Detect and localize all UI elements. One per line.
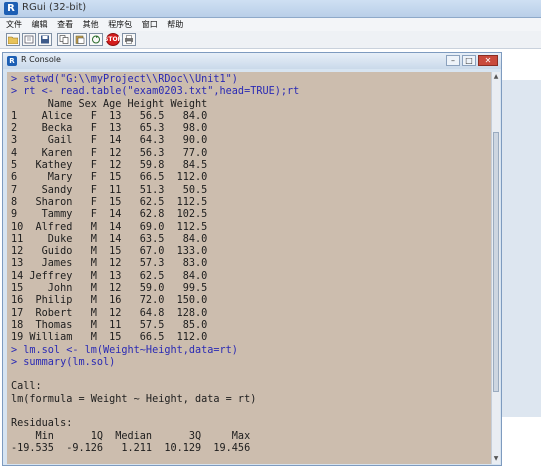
console-output-line: 9 Tammy F 14 62.8 102.5 <box>11 209 208 221</box>
console-output-line: 13 James M 12 57.3 83.0 <box>11 258 208 270</box>
toolbar: STOP <box>0 31 541 49</box>
stop-icon[interactable]: STOP <box>104 33 122 46</box>
console-output-line: 16 Philip M 16 72.0 150.0 <box>11 295 208 307</box>
app-titlebar: R RGui (32-bit) <box>0 0 541 18</box>
load-workspace-icon[interactable] <box>22 33 36 46</box>
r-console-window: R R Console – □ ✕ > setwd("G:\\myProject… <box>2 52 502 466</box>
console-command-line: > lm.sol <- lm(Weight~Height,data=rt) <box>11 344 238 356</box>
menu-bar: 文件 编辑 查看 其他 程序包 窗口 帮助 <box>0 18 541 31</box>
r-logo-icon: R <box>7 56 17 66</box>
menu-view[interactable]: 查看 <box>57 18 73 31</box>
menu-misc[interactable]: 其他 <box>83 18 99 31</box>
print-icon[interactable] <box>122 33 136 46</box>
paste-icon[interactable] <box>73 33 87 46</box>
copy-paste-icon[interactable] <box>89 33 103 46</box>
vertical-scrollbar[interactable]: ▲ ▼ <box>491 72 500 464</box>
console-output-line: 12 Guido M 15 67.0 133.0 <box>11 246 208 258</box>
console-output-line: Residuals: <box>11 418 73 430</box>
maximize-button[interactable]: □ <box>462 55 476 66</box>
save-workspace-icon[interactable] <box>38 33 52 46</box>
console-output-line: -19.535 -9.126 1.211 10.129 19.456 <box>11 442 257 454</box>
open-script-icon[interactable] <box>6 33 20 46</box>
console-output-line: 18 Thomas M 11 57.5 85.0 <box>11 319 208 331</box>
console-text: > setwd("G:\\myProject\\RDoc\\Unit1") > … <box>7 72 491 455</box>
r-console-titlebar[interactable]: R R Console – □ ✕ <box>3 53 501 69</box>
r-console-title: R Console <box>21 55 61 64</box>
menu-packages[interactable]: 程序包 <box>108 18 132 31</box>
minimize-button[interactable]: – <box>446 55 460 66</box>
scroll-down-icon[interactable]: ▼ <box>492 455 500 463</box>
console-output-line: 6 Mary F 15 66.5 112.0 <box>11 172 208 184</box>
console-output-line: Min 1Q Median 3Q Max <box>11 430 257 442</box>
console-output-line: 3 Gail F 14 64.3 90.0 <box>11 135 208 147</box>
console-output-line: lm(formula = Weight ~ Height, data = rt) <box>11 393 257 405</box>
console-output-line: 11 Duke M 14 63.5 84.0 <box>11 233 208 245</box>
stop-label: STOP <box>104 35 122 43</box>
console-output-line: 8 Sharon F 15 62.5 112.5 <box>11 196 208 208</box>
console-command-line: > setwd("G:\\myProject\\RDoc\\Unit1") <box>11 74 238 85</box>
console-output-line: 19 William M 15 66.5 112.0 <box>11 332 208 344</box>
console-output-line: 14 Jeffrey M 13 62.5 84.0 <box>11 270 208 282</box>
copy-icon[interactable] <box>57 33 71 46</box>
rgui-app: R RGui (32-bit) 文件 编辑 查看 其他 程序包 窗口 帮助 ST… <box>0 0 541 466</box>
console-output-line: 4 Karen F 12 56.3 77.0 <box>11 147 208 159</box>
scroll-up-icon[interactable]: ▲ <box>492 73 500 81</box>
app-title: RGui (32-bit) <box>22 2 87 13</box>
console-output-line: Name Sex Age Height Weight <box>11 98 208 110</box>
console-output-line: 15 John M 12 59.0 99.5 <box>11 283 208 295</box>
console-output-line: 7 Sandy F 11 51.3 50.5 <box>11 184 208 196</box>
console-output-line: 10 Alfred M 14 69.0 112.5 <box>11 221 208 233</box>
menu-help[interactable]: 帮助 <box>167 18 183 31</box>
r-logo-icon: R <box>4 2 18 15</box>
menu-windows[interactable]: 窗口 <box>142 18 158 31</box>
background-window <box>500 80 541 417</box>
console-command-line: > rt <- read.table("exam0203.txt",head=T… <box>11 86 300 98</box>
console-output[interactable]: > setwd("G:\\myProject\\RDoc\\Unit1") > … <box>7 72 491 464</box>
console-output-line: 2 Becka F 13 65.3 98.0 <box>11 123 208 135</box>
menu-file[interactable]: 文件 <box>6 18 22 31</box>
console-output-line: 17 Robert M 12 64.8 128.0 <box>11 307 208 319</box>
console-output-line: 5 Kathey F 12 59.8 84.5 <box>11 160 208 172</box>
close-button[interactable]: ✕ <box>478 55 498 66</box>
menu-edit[interactable]: 编辑 <box>32 18 48 31</box>
console-output-line: 1 Alice F 13 56.5 84.0 <box>11 110 208 122</box>
scrollbar-thumb[interactable] <box>493 132 499 392</box>
console-command-line: > summary(lm.sol) <box>11 356 116 368</box>
console-output-line: Call: <box>11 381 42 393</box>
